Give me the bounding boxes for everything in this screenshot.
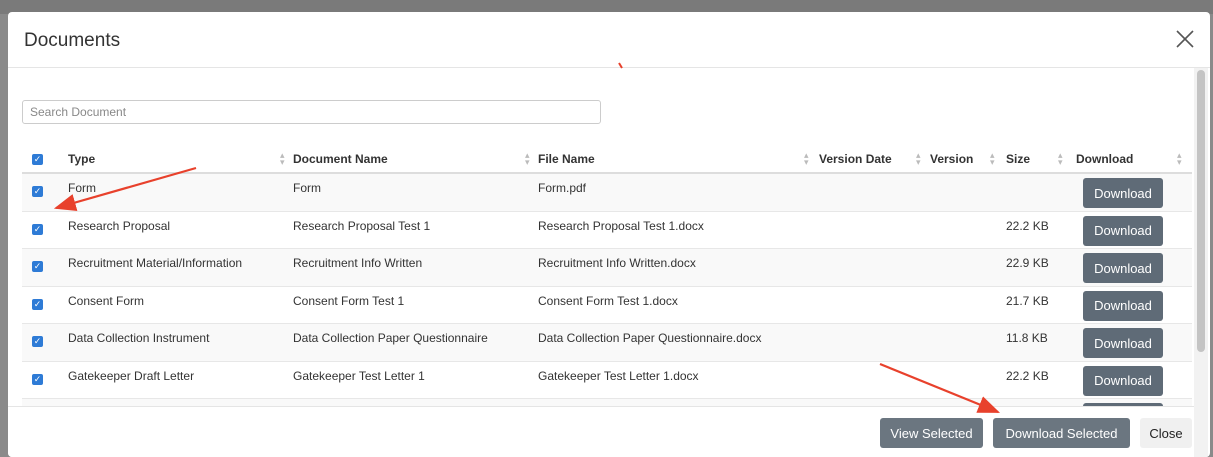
header-document-name[interactable]: Document Name [293, 152, 388, 166]
table-header: ✓ Type ▴ ▾ Document Name ▴ ▾ File Name ▴ ▾ … [22, 148, 1192, 174]
header-file-name[interactable]: File Name [538, 152, 595, 166]
cell-size: 21.7 KB [1006, 293, 1049, 308]
close-icon[interactable] [1174, 28, 1196, 50]
cell-size: 22.2 KB [1006, 218, 1049, 233]
documents-table: ✓ Type ▴ ▾ Document Name ▴ ▾ File Name ▴ ▾ … [22, 148, 1192, 406]
download-button[interactable]: Download [1083, 215, 1163, 246]
cell-size: 11.8 KB [1006, 331, 1048, 345]
modal-footer: View Selected Download Selected Close [8, 406, 1194, 457]
sort-icon[interactable]: ▴ ▾ [916, 151, 921, 167]
cell-size: 22.2 KB [1006, 368, 1049, 383]
documents-modal: Documents ✓ Type ▴▾ Document Name ▴▾ Fil… [8, 12, 1210, 457]
cell-file-name: Consent Form Test 1.docx [538, 293, 678, 308]
header-version[interactable]: Version [930, 152, 973, 166]
cell-type: Data Collection Instrument [68, 331, 210, 345]
sort-icon[interactable]: ▴ ▾ [525, 151, 530, 167]
header-download: Download [1076, 152, 1134, 166]
table-row: ✓ Data Collection Instrument Data Collecti… [22, 324, 1192, 362]
table-row: ✓ Form Form Form.pdf Download [22, 174, 1192, 212]
scrollbar-thumb[interactable] [1197, 70, 1205, 352]
download-button[interactable]: Download [1083, 290, 1163, 321]
cell-document-name: Data Collection Paper Questionnaire [293, 331, 488, 345]
cell-type: Recruitment Material/Information [68, 256, 243, 270]
table-body: ✓ Form Form Form.pdf Download ✓ Research Propo… [22, 174, 1192, 406]
cell-file-name: Form.pdf [538, 181, 587, 195]
row-checkbox[interactable]: ✓ [32, 373, 43, 385]
view-selected-button[interactable]: View Selected [880, 418, 983, 448]
cell-type: Research Proposal [68, 218, 171, 233]
modal-title: Documents [24, 30, 121, 51]
header-type[interactable]: Type [68, 152, 95, 166]
cell-document-name: Form [293, 181, 321, 195]
row-checkbox[interactable]: ✓ [32, 336, 43, 347]
table-row: ✓ Gatekeeper Draft Letter Gatekeeper Test … [22, 362, 1192, 399]
sort-icon[interactable]: ▴ ▾ [1177, 151, 1182, 167]
row-checkbox[interactable]: ✓ [32, 223, 43, 235]
cell-type: Gatekeeper Draft Letter [68, 368, 195, 383]
table-row: ✓Academic RegistrationAcademic Registrat… [22, 399, 1192, 406]
table-row: ✓ Research Proposal Research Proposal Test… [22, 212, 1192, 249]
download-button[interactable]: Download [1083, 365, 1163, 396]
cell-type: Form [68, 181, 96, 195]
cell-file-name: Research Proposal Test 1.docx [538, 218, 704, 233]
table-row: ✓ Recruitment Material/Information Recruit… [22, 249, 1192, 287]
row-checkbox[interactable]: ✓ [32, 261, 43, 272]
modal-header: Documents [8, 12, 1210, 68]
sort-icon[interactable]: ▴ ▾ [804, 151, 809, 167]
cell-document-name: Recruitment Info Written [293, 256, 423, 270]
table-row: ✓ Consent Form Consent Form Test 1 Consent … [22, 287, 1192, 324]
row-checkbox[interactable]: ✓ [32, 298, 43, 310]
download-button[interactable]: Download [1083, 328, 1163, 358]
cell-file-name: Data Collection Paper Questionnaire.docx [538, 331, 762, 345]
cell-file-name: Recruitment Info Written.docx [538, 256, 696, 270]
sort-icon[interactable]: ▴ ▾ [990, 151, 995, 167]
sort-icon[interactable]: ▴ ▾ [280, 151, 285, 167]
header-size[interactable]: Size [1006, 152, 1030, 166]
sort-icon[interactable]: ▴ ▾ [1058, 151, 1063, 167]
download-button[interactable]: Download [1083, 178, 1163, 208]
cell-document-name: Research Proposal Test 1 [293, 218, 431, 233]
close-button[interactable]: Close [1140, 418, 1192, 448]
cell-type: Consent Form [68, 293, 145, 308]
search-input[interactable] [22, 100, 601, 124]
row-checkbox[interactable]: ✓ [32, 186, 43, 197]
cell-size: 22.9 KB [1006, 256, 1049, 270]
cell-file-name: Gatekeeper Test Letter 1.docx [538, 368, 699, 383]
download-selected-button[interactable]: Download Selected [993, 418, 1130, 448]
download-button[interactable]: Download [1083, 253, 1163, 283]
cell-document-name: Consent Form Test 1 [293, 293, 405, 308]
header-version-date[interactable]: Version Date [819, 152, 892, 166]
select-all-checkbox[interactable]: ✓ [32, 154, 43, 165]
cell-document-name: Gatekeeper Test Letter 1 [293, 368, 425, 383]
